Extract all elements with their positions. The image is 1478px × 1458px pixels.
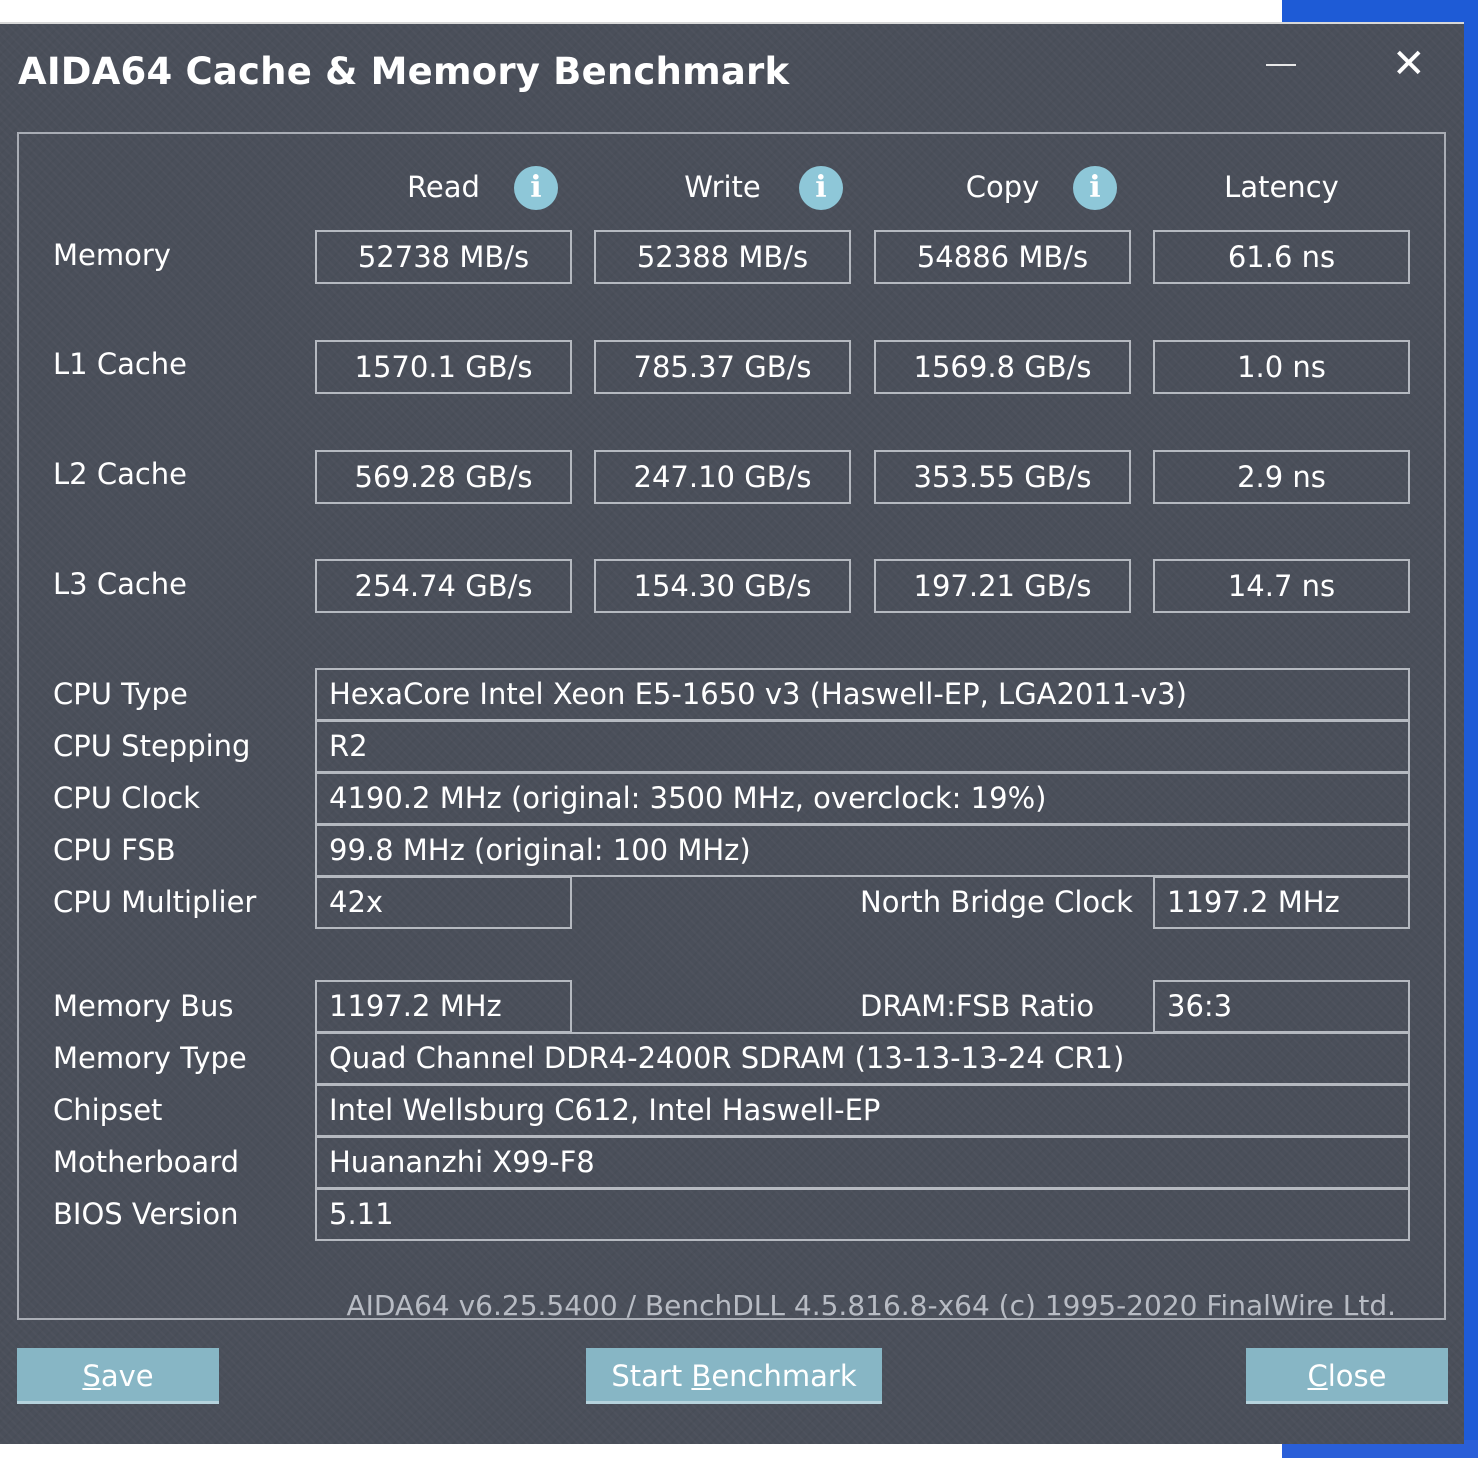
benchmark-window: AIDA64 Cache & Memory Benchmark ✕ Read i… bbox=[0, 22, 1464, 1444]
bios-version-label: BIOS Version bbox=[53, 1197, 239, 1231]
version-footer: AIDA64 v6.25.5400 / BenchDLL 4.5.816.8-x… bbox=[346, 1289, 1396, 1322]
start-benchmark-button[interactable]: Start Benchmark bbox=[586, 1348, 882, 1404]
read-info-icon[interactable]: i bbox=[514, 166, 558, 210]
row-label-memory: Memory bbox=[53, 238, 171, 272]
start-mnemonic: B bbox=[691, 1359, 712, 1393]
memory-type-label: Memory Type bbox=[53, 1041, 247, 1075]
north-bridge-clock-value: 1197.2 MHz bbox=[1153, 876, 1410, 929]
memory-copy-value: 54886 MB/s bbox=[874, 230, 1131, 284]
cpu-stepping-value: R2 bbox=[315, 720, 1410, 773]
memory-bus-label: Memory Bus bbox=[53, 989, 234, 1023]
chipset-label: Chipset bbox=[53, 1093, 163, 1127]
l2-read-value: 569.28 GB/s bbox=[315, 450, 572, 504]
column-header-latency: Latency bbox=[1224, 170, 1339, 204]
memory-latency-value: 61.6 ns bbox=[1153, 230, 1410, 284]
l2-copy-value: 353.55 GB/s bbox=[874, 450, 1131, 504]
cpu-clock-value: 4190.2 MHz (original: 3500 MHz, overcloc… bbox=[315, 772, 1410, 825]
l3-latency-value: 14.7 ns bbox=[1153, 559, 1410, 613]
row-label-l1-cache: L1 Cache bbox=[53, 347, 188, 381]
l1-read-value: 1570.1 GB/s bbox=[315, 340, 572, 394]
row-label-l3-cache: L3 Cache bbox=[53, 567, 188, 601]
save-label: ave bbox=[100, 1359, 154, 1393]
cpu-multiplier-label: CPU Multiplier bbox=[53, 885, 257, 919]
l1-copy-value: 1569.8 GB/s bbox=[874, 340, 1131, 394]
window-title: AIDA64 Cache & Memory Benchmark bbox=[18, 50, 790, 93]
cpu-type-value: HexaCore Intel Xeon E5-1650 v3 (Haswell-… bbox=[315, 668, 1410, 721]
motherboard-label: Motherboard bbox=[53, 1145, 240, 1179]
write-info-icon[interactable]: i bbox=[799, 166, 843, 210]
copy-info-icon[interactable]: i bbox=[1073, 166, 1117, 210]
save-button[interactable]: Save bbox=[17, 1348, 219, 1404]
cpu-multiplier-value: 42x bbox=[315, 876, 572, 929]
memory-read-value: 52738 MB/s bbox=[315, 230, 572, 284]
l1-latency-value: 1.0 ns bbox=[1153, 340, 1410, 394]
memory-bus-value: 1197.2 MHz bbox=[315, 980, 572, 1033]
cpu-clock-label: CPU Clock bbox=[53, 781, 200, 815]
close-mnemonic: C bbox=[1307, 1359, 1328, 1393]
motherboard-value: Huananzhi X99-F8 bbox=[315, 1136, 1410, 1189]
start-label-rest: enchmark bbox=[711, 1359, 857, 1393]
memory-type-value: Quad Channel DDR4-2400R SDRAM (13-13-13-… bbox=[315, 1032, 1410, 1085]
minimize-icon[interactable] bbox=[1266, 64, 1296, 66]
l1-write-value: 785.37 GB/s bbox=[594, 340, 851, 394]
save-mnemonic: S bbox=[82, 1359, 101, 1393]
chipset-value: Intel Wellsburg C612, Intel Haswell-EP bbox=[315, 1084, 1410, 1137]
close-icon[interactable]: ✕ bbox=[1392, 44, 1426, 84]
l2-latency-value: 2.9 ns bbox=[1153, 450, 1410, 504]
l3-copy-value: 197.21 GB/s bbox=[874, 559, 1131, 613]
cpu-fsb-value: 99.8 MHz (original: 100 MHz) bbox=[315, 824, 1410, 877]
bios-version-value: 5.11 bbox=[315, 1188, 1410, 1241]
close-button[interactable]: Close bbox=[1246, 1348, 1448, 1404]
row-label-l2-cache: L2 Cache bbox=[53, 457, 188, 491]
cpu-fsb-label: CPU FSB bbox=[53, 833, 176, 867]
start-label-pre: Start bbox=[611, 1359, 692, 1393]
north-bridge-clock-label: North Bridge Clock bbox=[860, 885, 1133, 919]
dram-fsb-ratio-value: 36:3 bbox=[1153, 980, 1410, 1033]
cpu-type-label: CPU Type bbox=[53, 677, 188, 711]
cpu-stepping-label: CPU Stepping bbox=[53, 729, 251, 763]
l2-write-value: 247.10 GB/s bbox=[594, 450, 851, 504]
l3-write-value: 154.30 GB/s bbox=[594, 559, 851, 613]
l3-read-value: 254.74 GB/s bbox=[315, 559, 572, 613]
desktop-background bbox=[1282, 0, 1478, 24]
dram-fsb-ratio-label: DRAM:FSB Ratio bbox=[860, 989, 1095, 1023]
close-label: lose bbox=[1327, 1359, 1387, 1393]
memory-write-value: 52388 MB/s bbox=[594, 230, 851, 284]
